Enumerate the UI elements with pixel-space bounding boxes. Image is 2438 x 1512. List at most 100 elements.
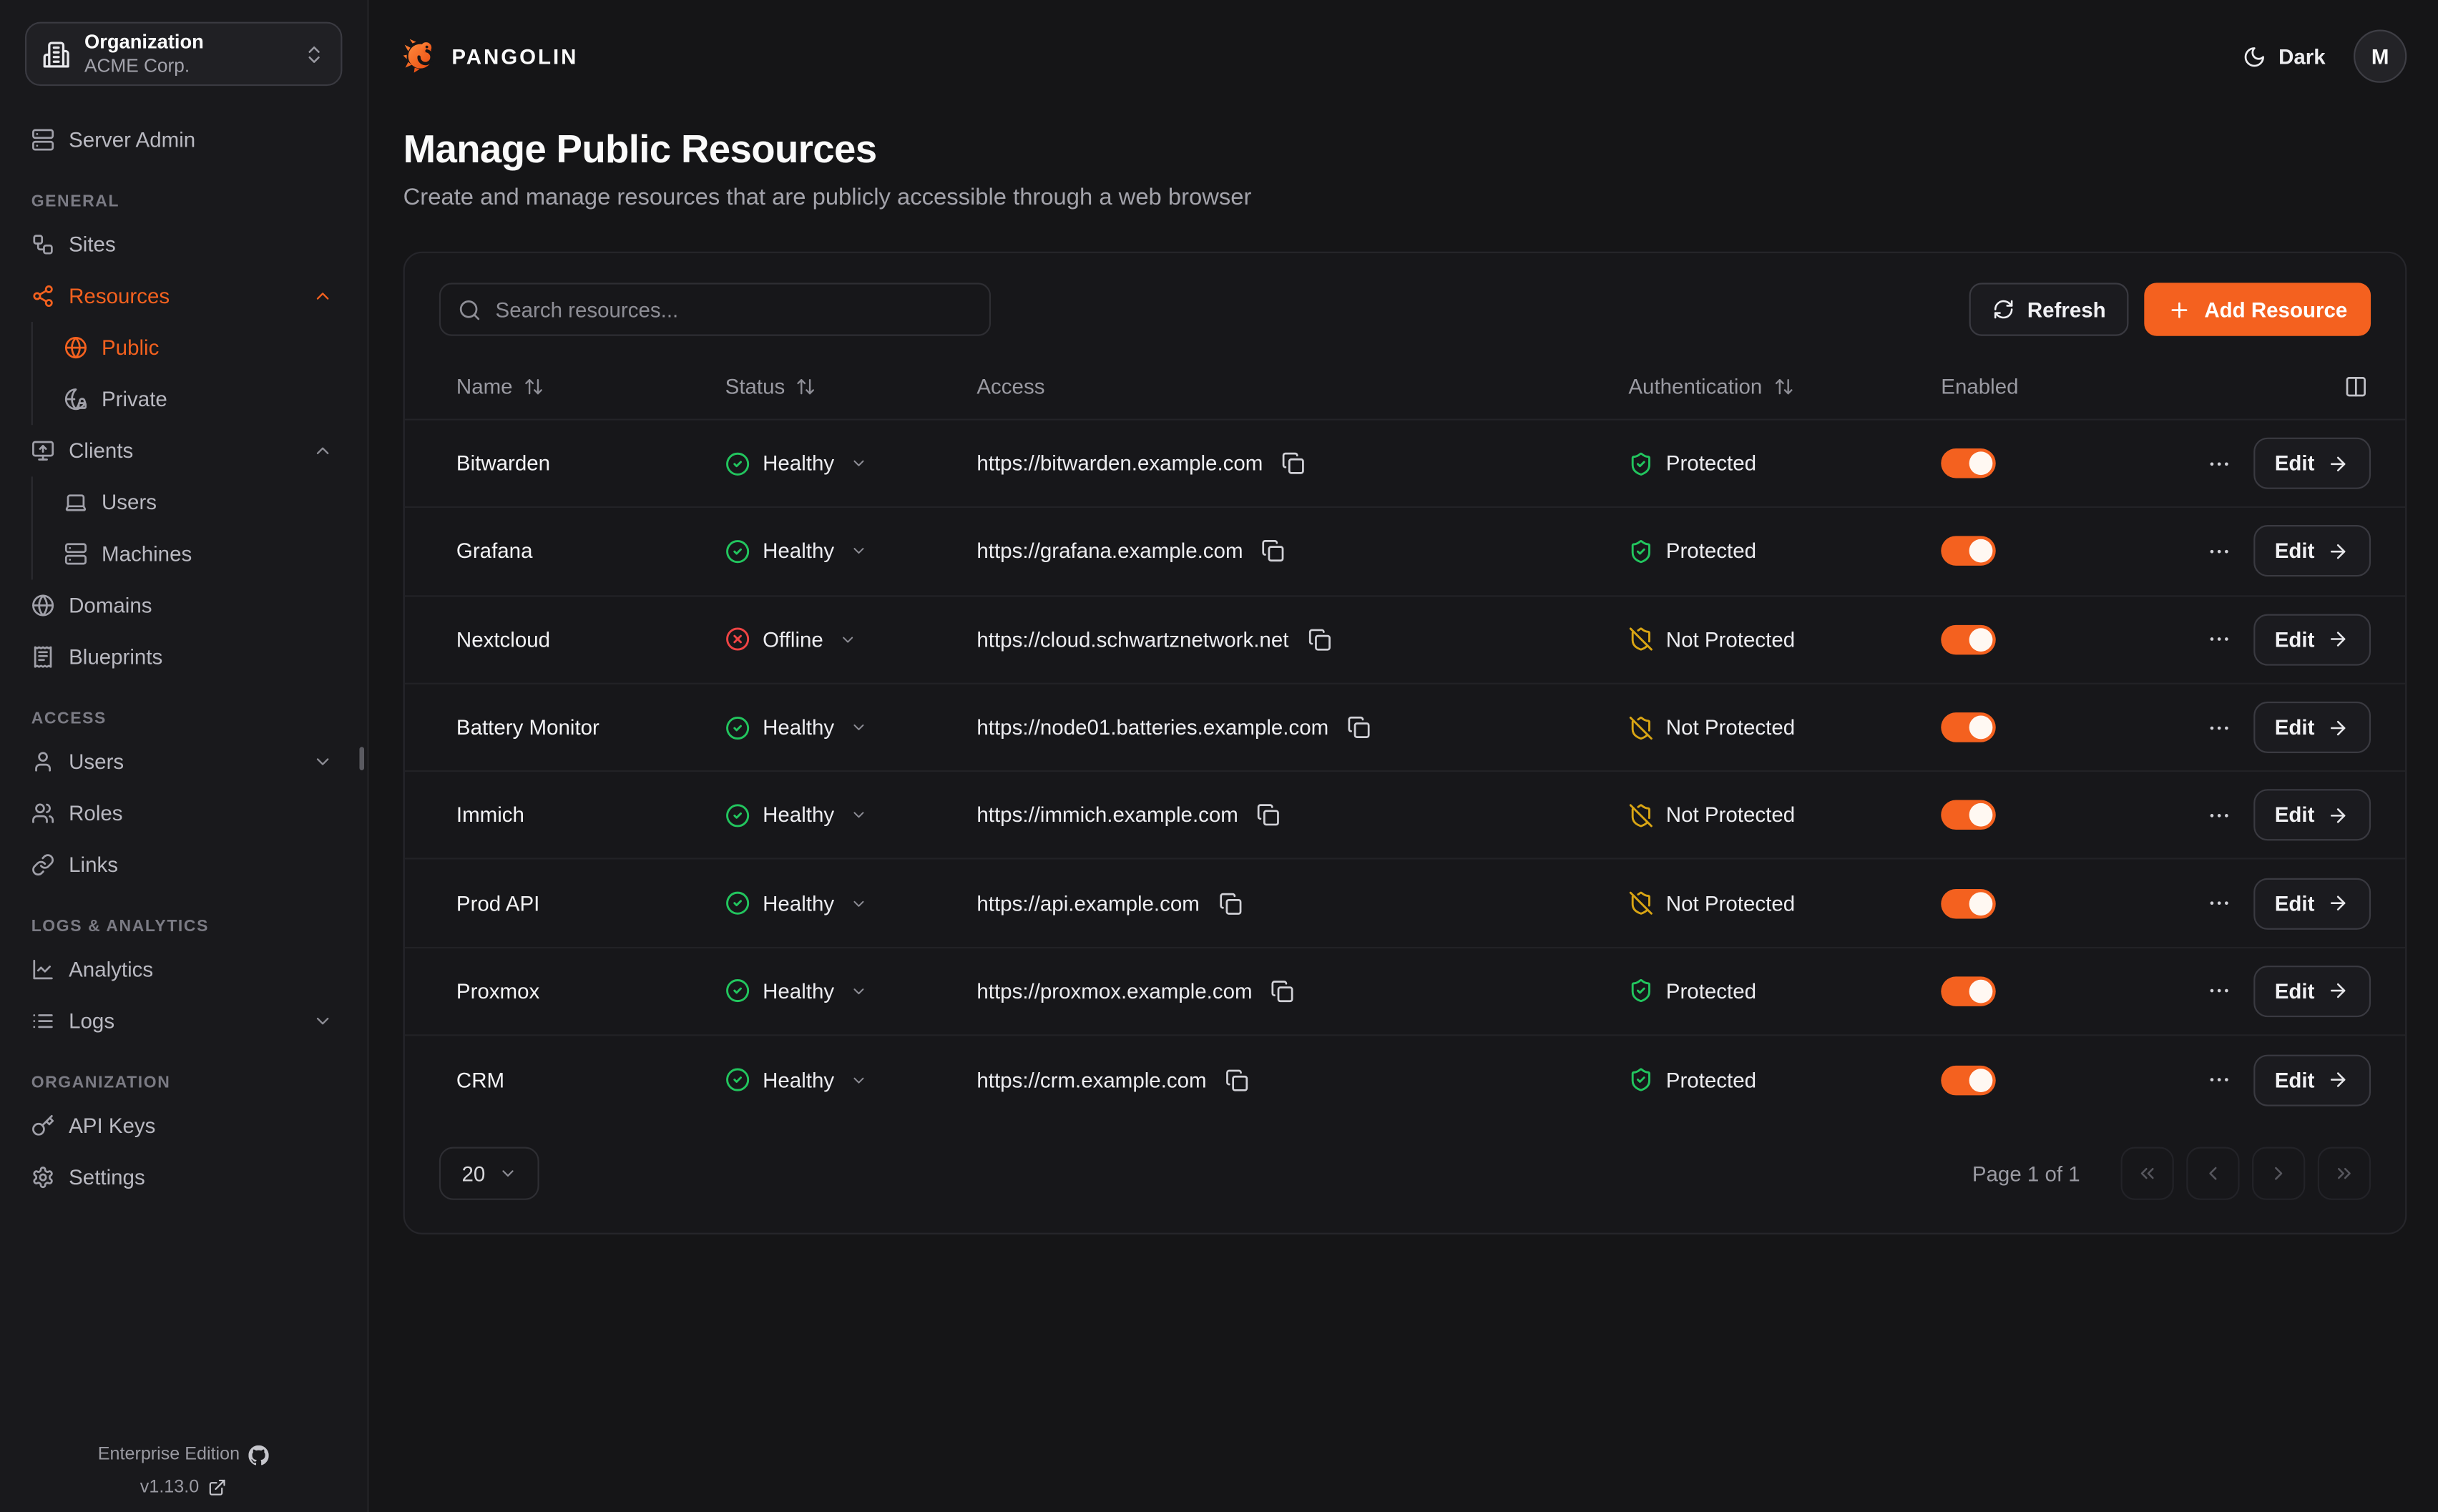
column-header-name[interactable]: Name — [456, 375, 725, 398]
row-menu-button[interactable] — [2203, 448, 2234, 479]
ellipsis-icon — [2206, 978, 2231, 1003]
sidebar-item-clients-users[interactable]: Users — [64, 476, 333, 528]
sidebar-item-resources[interactable]: Resources — [31, 270, 333, 322]
edit-button[interactable]: Edit — [2253, 702, 2371, 753]
enabled-toggle[interactable] — [1941, 888, 1995, 918]
edit-button[interactable]: Edit — [2253, 614, 2371, 665]
sidebar-item-domains[interactable]: Domains — [31, 579, 333, 631]
version-link[interactable]: v1.13.0 — [0, 1475, 367, 1500]
row-menu-button[interactable] — [2203, 536, 2234, 567]
enabled-toggle[interactable] — [1941, 800, 1995, 830]
row-menu-button[interactable] — [2203, 976, 2234, 1007]
sidebar-item-label: Settings — [69, 1166, 333, 1189]
row-menu-button[interactable] — [2203, 712, 2234, 743]
enabled-toggle[interactable] — [1941, 712, 1995, 742]
enabled-toggle[interactable] — [1941, 624, 1995, 654]
main-area: PANGOLIN Dark M Manage Public Resources … — [369, 0, 2438, 1512]
sidebar-item-analytics[interactable]: Analytics — [31, 944, 333, 996]
row-menu-button[interactable] — [2203, 1064, 2234, 1096]
share-icon — [31, 285, 55, 308]
copy-icon — [1308, 628, 1331, 652]
resource-name: Bitwarden — [456, 452, 725, 476]
first-page-button[interactable] — [2121, 1147, 2174, 1200]
brand-logo[interactable]: PANGOLIN — [403, 39, 579, 74]
sidebar-item-logs[interactable]: Logs — [31, 996, 333, 1047]
sidebar-item-resources-private[interactable]: Private — [64, 373, 333, 425]
status-cell[interactable]: Healthy — [725, 1068, 977, 1093]
theme-label: Dark — [2278, 44, 2326, 68]
column-header-status[interactable]: Status — [725, 375, 977, 398]
copy-url-button[interactable] — [1268, 976, 1298, 1006]
edit-button[interactable]: Edit — [2253, 526, 2371, 577]
copy-url-button[interactable] — [1215, 888, 1245, 918]
chevrons-up-down-icon — [303, 43, 325, 65]
status-cell[interactable]: Healthy — [725, 891, 977, 916]
edit-button[interactable]: Edit — [2253, 1054, 2371, 1106]
copy-icon — [1218, 892, 1242, 915]
resource-name: Battery Monitor — [456, 716, 725, 740]
sidebar-item-resources-public[interactable]: Public — [64, 322, 333, 373]
ellipsis-icon — [2206, 803, 2231, 828]
row-menu-button[interactable] — [2203, 800, 2234, 831]
column-header-authentication[interactable]: Authentication — [1628, 375, 1941, 398]
page-size-select[interactable]: 20 — [439, 1147, 539, 1200]
previous-page-button[interactable] — [2186, 1147, 2239, 1200]
next-page-button[interactable] — [2252, 1147, 2305, 1200]
sidebar-item-label: Logs — [69, 1009, 298, 1033]
theme-toggle[interactable]: Dark — [2243, 44, 2326, 68]
server-icon — [31, 128, 55, 152]
edit-button[interactable]: Edit — [2253, 878, 2371, 929]
status-cell[interactable]: Healthy — [725, 451, 977, 476]
enabled-toggle[interactable] — [1941, 448, 1995, 478]
sidebar-item-links[interactable]: Links — [31, 839, 333, 890]
sidebar-item-label: Resources — [69, 285, 298, 308]
sidebar-item-clients-machines[interactable]: Machines — [64, 528, 333, 579]
status-cell[interactable]: Healthy — [725, 978, 977, 1003]
ellipsis-icon — [2206, 451, 2231, 476]
row-controls: Edit — [1941, 526, 2371, 577]
access-cell: https://cloud.schwartznetwork.net — [976, 624, 1628, 654]
org-selector-label: Organization — [84, 31, 289, 55]
last-page-button[interactable] — [2318, 1147, 2371, 1200]
edit-button[interactable]: Edit — [2253, 966, 2371, 1017]
copy-url-button[interactable] — [1254, 800, 1284, 830]
add-resource-button[interactable]: Add Resource — [2145, 283, 2371, 335]
sidebar-item-server-admin[interactable]: Server Admin — [31, 114, 333, 165]
edit-button[interactable]: Edit — [2253, 790, 2371, 841]
sidebar-item-users[interactable]: Users — [31, 736, 333, 787]
search-input[interactable] — [496, 298, 972, 321]
row-menu-button[interactable] — [2203, 888, 2234, 919]
sidebar-item-roles[interactable]: Roles — [31, 787, 333, 839]
status-cell[interactable]: Healthy — [725, 803, 977, 828]
shield-off-icon — [1628, 627, 1653, 652]
table-header: Name Status Access Authentication Enable… — [405, 355, 2405, 421]
edit-label: Edit — [2275, 716, 2315, 740]
copy-url-button[interactable] — [1258, 536, 1288, 566]
status-label: Healthy — [763, 540, 834, 564]
status-cell[interactable]: Offline — [725, 627, 977, 652]
row-menu-button[interactable] — [2203, 624, 2234, 655]
enabled-toggle[interactable] — [1941, 536, 1995, 566]
copy-url-button[interactable] — [1278, 448, 1308, 478]
edition-link[interactable]: Enterprise Edition — [0, 1442, 367, 1467]
sidebar-item-clients[interactable]: Clients — [31, 425, 333, 476]
sidebar-scrollbar-thumb[interactable] — [359, 747, 364, 770]
plus-icon — [2168, 298, 2192, 321]
refresh-button[interactable]: Refresh — [1969, 283, 2129, 335]
enabled-toggle[interactable] — [1941, 1065, 1995, 1095]
sidebar-item-sites[interactable]: Sites — [31, 219, 333, 270]
sidebar-item-settings[interactable]: Settings — [31, 1152, 333, 1203]
org-selector[interactable]: Organization ACME Corp. — [25, 22, 342, 87]
copy-url-button[interactable] — [1222, 1065, 1252, 1095]
status-cell[interactable]: Healthy — [725, 539, 977, 564]
avatar[interactable]: M — [2354, 30, 2407, 83]
enabled-toggle[interactable] — [1941, 976, 1995, 1006]
sidebar-item-api-keys[interactable]: API Keys — [31, 1100, 333, 1152]
columns-visibility-button[interactable] — [2341, 372, 2371, 402]
edit-button[interactable]: Edit — [2253, 438, 2371, 489]
copy-url-button[interactable] — [1344, 712, 1374, 742]
status-cell[interactable]: Healthy — [725, 715, 977, 740]
copy-url-button[interactable] — [1304, 624, 1334, 654]
sidebar-item-blueprints[interactable]: Blueprints — [31, 632, 333, 683]
circle-check-icon — [725, 978, 750, 1003]
